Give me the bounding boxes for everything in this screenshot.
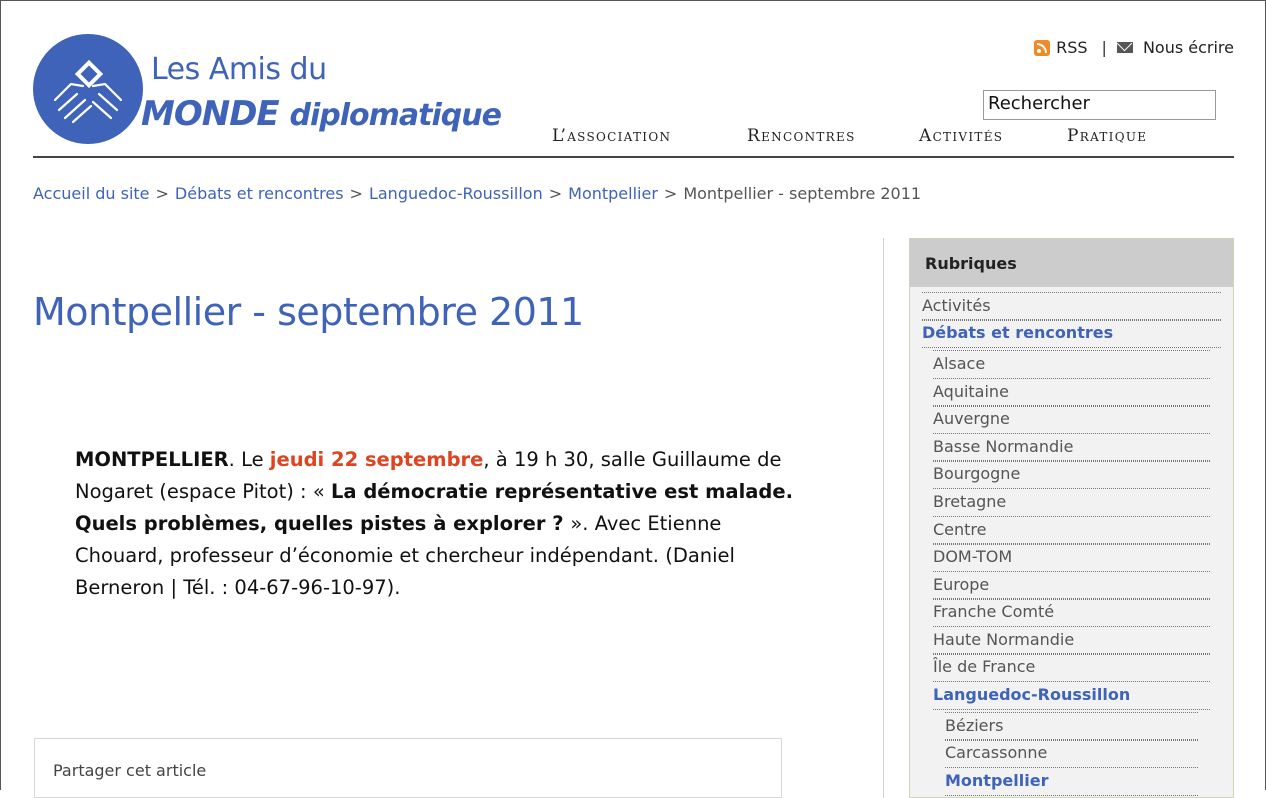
search-input[interactable]: Rechercher: [983, 90, 1216, 120]
site-logo[interactable]: Les Amis du MONDE diplomatique: [33, 34, 503, 146]
share-label: Partager cet article: [53, 761, 207, 780]
dotted-rule: [933, 488, 1210, 489]
sidebar-item-label: Bourgogne: [933, 464, 1021, 483]
header-divider: [33, 156, 1234, 158]
sidebar-item-label: Aquitaine: [933, 382, 1009, 401]
sidebar-item-label: Centre: [933, 520, 987, 539]
sidebar-item-label: Bretagne: [933, 492, 1007, 511]
sidebar-item-label: Basse Normandie: [933, 437, 1074, 456]
sidebar-item-label: Auvergne: [933, 409, 1010, 428]
sidebar-item-divider: [922, 292, 1221, 293]
breadcrumb-separator: >: [548, 184, 563, 203]
dotted-rule: [933, 654, 1210, 655]
article-place: MONTPELLIER: [75, 448, 229, 471]
nav-item-pratique[interactable]: Pratique: [1067, 126, 1147, 146]
sidebar-rubriques: Rubriques Activités Débats et rencontres A…: [909, 238, 1234, 798]
breadcrumb-current: Montpellier - septembre 2011: [683, 184, 922, 203]
breadcrumb: Accueil du site > Débats et rencontres > Lan…: [33, 184, 921, 203]
utility-separator: |: [1101, 38, 1107, 57]
breadcrumb-link-home[interactable]: Accueil du site: [33, 184, 150, 203]
dotted-rule: [945, 767, 1198, 768]
dotted-rule: [922, 320, 1221, 321]
breadcrumb-separator: >: [663, 184, 678, 203]
sidebar-item-label: DOM-TOM: [933, 547, 1013, 566]
sidebar-item-label: Île de France: [933, 657, 1036, 676]
utility-links: RSS | Nous écrire: [1034, 38, 1234, 57]
sidebar-item-label: Alsace: [933, 354, 986, 373]
logo-text-line1: Les Amis du: [151, 52, 327, 87]
sidebar-item-label: Activités: [922, 296, 991, 315]
sidebar-item-divider: [945, 712, 1198, 713]
dotted-rule: [945, 795, 1198, 796]
dotted-rule: [922, 347, 1221, 348]
sidebar-item-label: Languedoc-Roussillon: [933, 685, 1131, 704]
dotted-rule: [933, 681, 1210, 682]
share-box: Partager cet article: [34, 738, 782, 798]
dotted-rule: [933, 516, 1210, 517]
dotted-rule: [933, 626, 1210, 627]
logo-text-line2: MONDE diplomatique: [141, 94, 502, 134]
nav-item-rencontres[interactable]: Rencontres: [747, 126, 856, 146]
page-title: Montpellier - septembre 2011: [33, 290, 584, 334]
breadcrumb-link-debats[interactable]: Débats et rencontres: [175, 184, 344, 203]
sidebar-item-label: Europe: [933, 575, 990, 594]
dotted-rule: [945, 740, 1198, 741]
logo-emblem: [33, 34, 143, 144]
sidebar-item-label: Franche Comté: [933, 602, 1055, 621]
article-body: MONTPELLIER. Le jeudi 22 septembre, à 19…: [75, 444, 795, 604]
dotted-rule: [933, 571, 1210, 572]
dotted-rule: [933, 378, 1210, 379]
dotted-rule: [933, 599, 1210, 600]
sidebar-item-label: Haute Normandie: [933, 630, 1075, 649]
rss-link[interactable]: RSS: [1056, 38, 1087, 57]
dotted-rule: [933, 406, 1210, 407]
sidebar-item-divider: [933, 350, 1210, 351]
rss-icon[interactable]: [1034, 39, 1051, 56]
nav-item-activites[interactable]: Activités: [919, 126, 1003, 146]
nav-item-association[interactable]: L’association: [552, 126, 671, 146]
breadcrumb-link-montpellier[interactable]: Montpellier: [568, 184, 658, 203]
mail-icon[interactable]: [1116, 42, 1133, 53]
article-text: . Le: [228, 448, 270, 471]
sidebar-item-label: Béziers: [945, 716, 1004, 735]
dotted-rule: [933, 433, 1210, 434]
contact-link[interactable]: Nous écrire: [1143, 38, 1234, 57]
sidebar-item-label: Carcassonne: [945, 743, 1048, 762]
sidebar-heading: Rubriques: [910, 239, 1233, 287]
sidebar-item-label: Montpellier: [945, 771, 1049, 790]
logo-text-monde: MONDE: [141, 94, 280, 134]
logo-text-diplomatique: diplomatique: [289, 98, 501, 133]
column-divider: [883, 238, 884, 798]
breadcrumb-link-languedoc[interactable]: Languedoc-Roussillon: [369, 184, 543, 203]
sidebar-item-label: Débats et rencontres: [922, 323, 1114, 342]
article-date: jeudi 22 septembre: [269, 448, 484, 471]
dotted-rule: [933, 544, 1210, 545]
breadcrumb-separator: >: [349, 184, 363, 203]
breadcrumb-separator: >: [155, 184, 169, 203]
dotted-rule: [933, 709, 1210, 710]
dotted-rule: [933, 461, 1210, 462]
